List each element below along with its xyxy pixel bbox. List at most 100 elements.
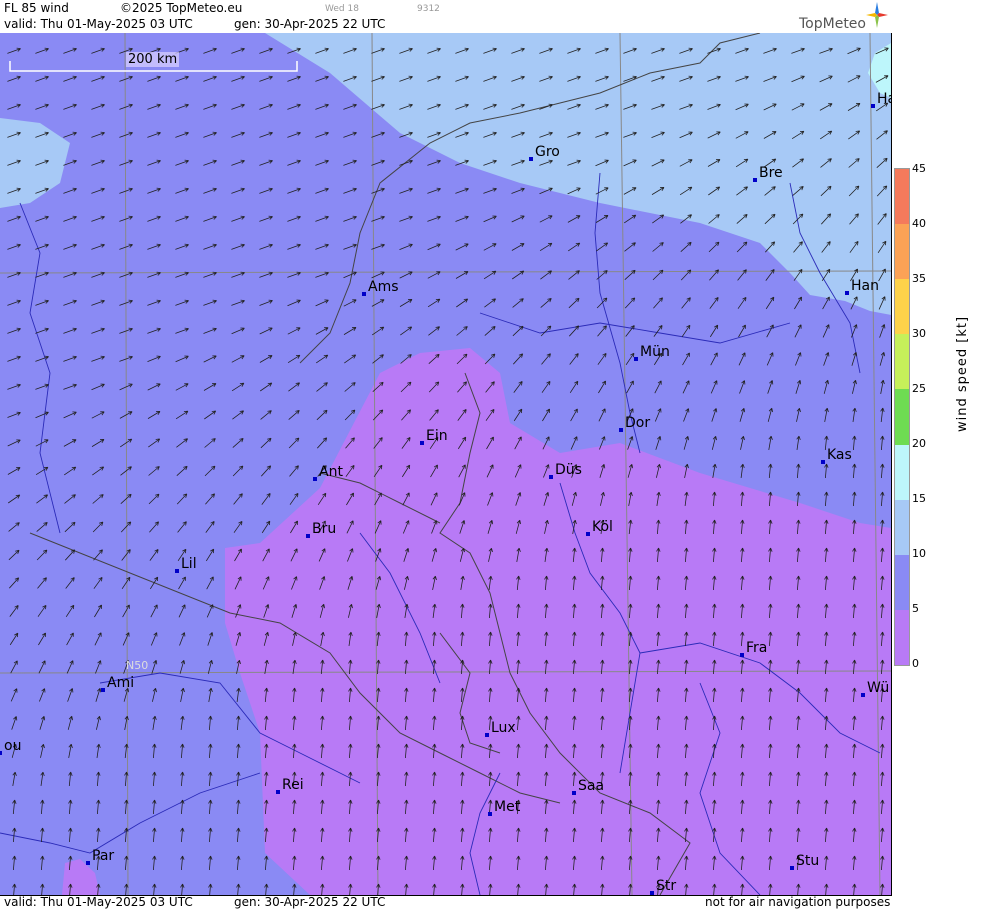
legend-tick-label: 20 [912,437,926,450]
city-name: Stu [796,853,820,869]
city-name: Ha [877,91,891,107]
city-marker-icon [871,104,875,108]
disclaimer: not for air navigation purposes [705,895,891,909]
city-marker-icon [586,532,590,536]
city-marker-icon [362,292,366,296]
footer-generated-time: gen: 30-Apr-2025 22 UTC [234,895,386,909]
wind-map-canvas [0,33,891,895]
city-name: Düs [555,462,582,478]
city-name: Str [656,878,677,894]
city-label-ein: Ein [420,428,448,445]
city-marker-icon [420,441,424,445]
city-name: Köl [592,519,613,535]
city-marker-icon [276,790,280,794]
latitude-label: N50 [126,659,149,672]
city-label-bre: Bre [753,165,783,182]
city-label-kas: Kas [821,447,852,464]
city-name: Ein [426,428,448,444]
city-label-stu: Stu [790,853,820,870]
legend-tick-label: 5 [912,602,919,615]
city-name: Saa [578,778,605,794]
city-label-lil: Lil [175,556,197,573]
city-name: Bre [759,165,783,181]
city-marker-icon [86,861,90,865]
city-name: Rei [282,777,304,793]
header-bar: FL 85 wind ©2025 TopMeteo.eu Wed 18 9312… [0,0,892,33]
city-label-ant: Ant [313,464,343,481]
city-marker-icon [861,693,865,697]
city-name: Met [494,799,521,815]
legend-band [895,334,909,390]
city-marker-icon [753,178,757,182]
city-label-par: Par [86,848,114,865]
legend-tick-label: 35 [912,272,926,285]
city-marker-icon [306,534,310,538]
scale-label: 200 km [126,52,180,67]
city-name: Ant [319,464,343,480]
legend-band [895,169,909,225]
wind-map[interactable]: 200 km N50 Gro Bre Ha Han Ams Mün Ein Dor Kas Ant… [0,33,892,895]
legend-tick-label: 15 [912,492,926,505]
city-label-lux: Lux [485,720,516,737]
city-label-han: Han [845,278,879,295]
legend-band [895,279,909,335]
legend-band [895,609,909,666]
day-tag: Wed 18 [325,4,359,14]
compass-logo-icon [866,2,888,28]
city-label-ha: Ha [871,91,891,108]
city-label-rei: Rei [276,777,304,794]
city-marker-icon [313,477,317,481]
code-tag: 9312 [417,4,440,14]
city-label-str: Str [650,878,677,895]
city-name: ou [4,738,22,754]
city-marker-icon [485,733,489,737]
city-marker-icon [529,157,533,161]
city-name: Mün [640,344,670,360]
legend-tick-label: 25 [912,382,926,395]
legend-band [895,224,909,280]
city-marker-icon [790,866,794,870]
city-name: Lux [491,720,516,736]
city-marker-icon [619,428,623,432]
city-label-fra: Fra [740,640,768,657]
city-marker-icon [549,475,553,479]
legend-band [895,499,909,556]
city-name: Bru [312,521,337,537]
product-title: FL 85 wind [4,1,69,15]
city-name: Han [851,278,879,294]
city-marker-icon [845,291,849,295]
generated-time: gen: 30-Apr-2025 22 UTC [234,17,386,31]
city-name: Ami [107,675,135,691]
city-label-dor: Dor [619,415,651,432]
legend-tick-label: 0 [912,657,919,670]
footer-valid-time: valid: Thu 01-May-2025 03 UTC [4,895,193,909]
city-label-ami: Ami [101,675,135,692]
legend-tick-label: 40 [912,217,926,230]
city-label-gro: Gro [529,144,560,161]
city-label-wü: Wü [861,680,890,697]
city-name: Wü [867,680,890,696]
footer-bar: valid: Thu 01-May-2025 03 UTC gen: 30-Ap… [0,895,892,910]
city-name: Kas [827,447,852,463]
city-label-mün: Mün [634,344,670,361]
city-name: Fra [746,640,768,656]
city-label-saa: Saa [572,778,605,795]
copyright: ©2025 TopMeteo.eu [120,1,243,15]
city-name: Lil [181,556,197,572]
city-marker-icon [101,688,105,692]
legend-band [895,444,909,501]
valid-time: valid: Thu 01-May-2025 03 UTC [4,17,193,31]
city-label-met: Met [488,799,521,816]
city-marker-icon [175,569,179,573]
city-name: Dor [625,415,651,431]
legend-band [895,554,909,611]
legend-tick-label: 10 [912,547,926,560]
legend-band [895,389,909,445]
legend-axis-label: wind speed [kt] [955,315,970,432]
color-legend [894,168,910,666]
city-label-ou: ou [0,738,22,755]
city-label-köl: Köl [586,519,613,536]
city-marker-icon [0,751,2,755]
legend-tick-label: 30 [912,327,926,340]
legend-tick-label: 45 [912,162,926,175]
